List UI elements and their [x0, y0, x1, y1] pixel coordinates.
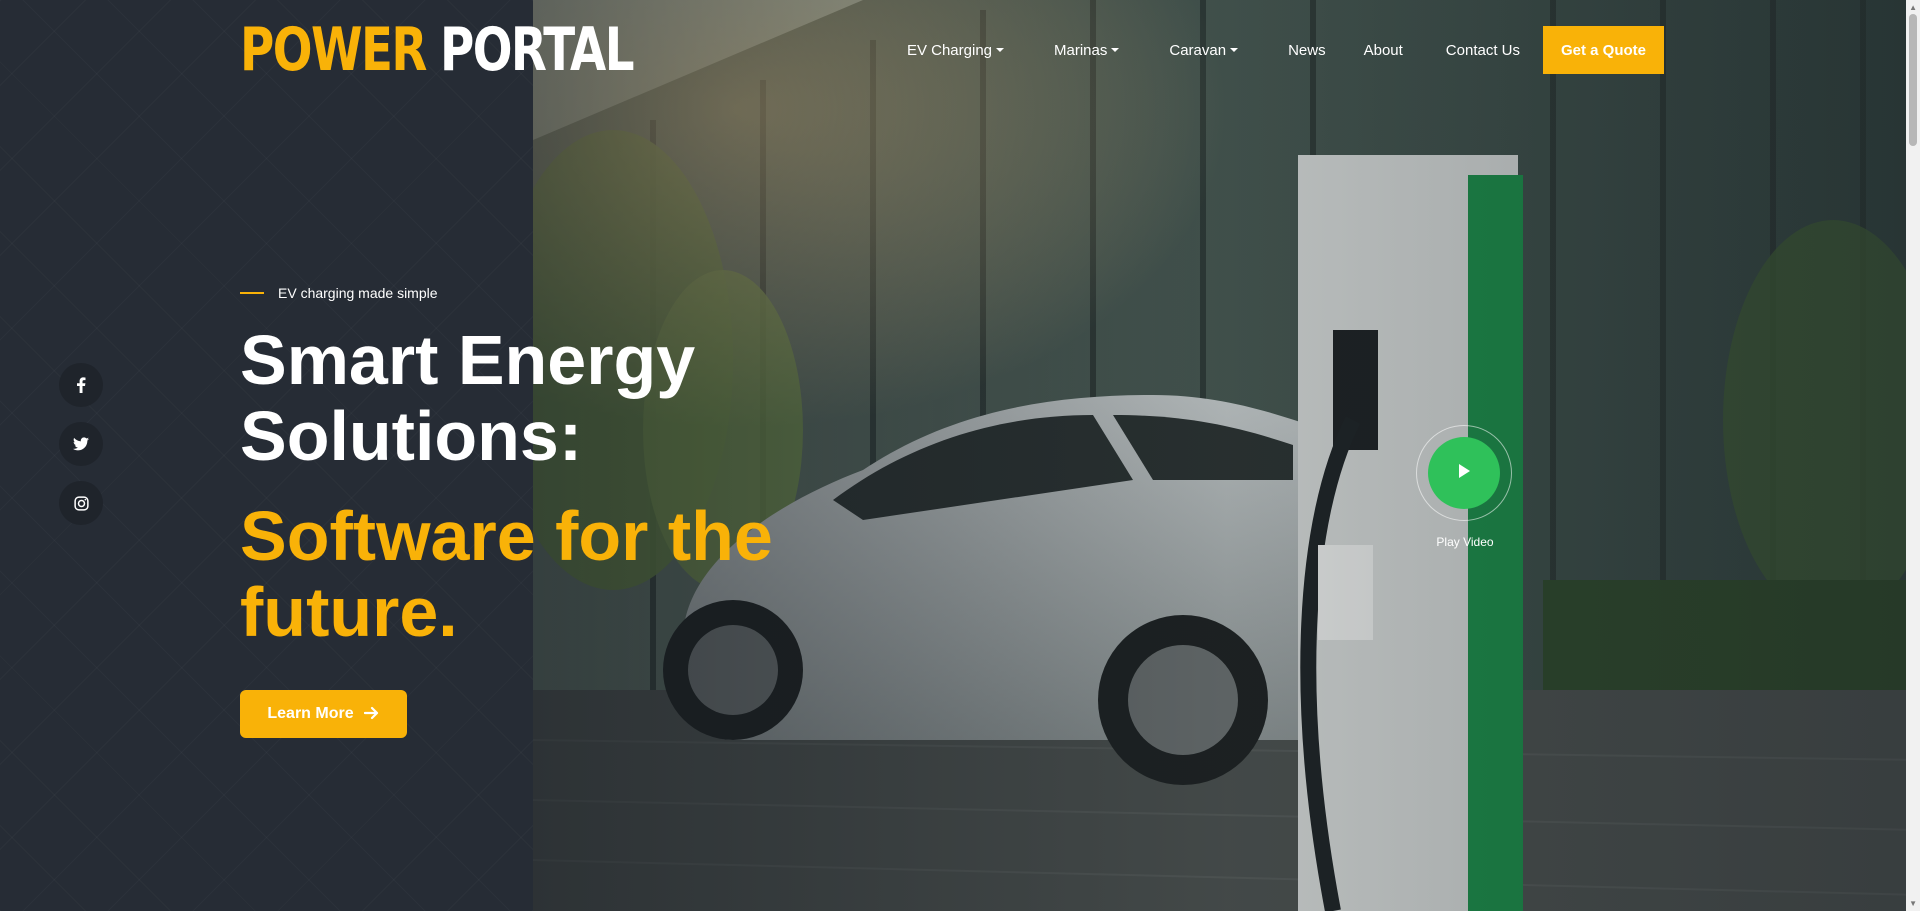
- nav-item-about[interactable]: About: [1364, 42, 1403, 59]
- twitter-link[interactable]: [59, 422, 103, 466]
- page-scrollbar[interactable]: ▲ ▼: [1906, 0, 1920, 911]
- nav-item-marinas[interactable]: Marinas: [1054, 41, 1120, 59]
- twitter-icon: [73, 437, 89, 451]
- nav-item-label: Marinas: [1054, 41, 1108, 59]
- caret-down-icon: [996, 48, 1005, 52]
- nav-item-label: EV Charging: [906, 41, 993, 59]
- hero-title-line-2: Solutions:: [240, 397, 583, 475]
- hero-eyebrow: EV charging made simple: [240, 285, 438, 301]
- get-a-quote-button[interactable]: Get a Quote: [1543, 26, 1664, 74]
- hero-subtitle: Software for the future.: [240, 498, 940, 650]
- scroll-thumb[interactable]: [1909, 14, 1917, 146]
- eyebrow-accent-line: [240, 292, 264, 294]
- nav-item-label: News: [1288, 41, 1326, 59]
- play-icon: [1457, 463, 1471, 484]
- nav-item-ev-charging[interactable]: EV Charging: [906, 41, 1005, 59]
- nav-item-label: About: [1363, 41, 1403, 59]
- play-video-control: [1416, 425, 1512, 521]
- logo-part-portal: PORTAL: [439, 15, 635, 85]
- nav-item-label: Caravan: [1169, 41, 1227, 59]
- main-nav: EV Charging Marinas Caravan News About C…: [857, 26, 1664, 74]
- instagram-link[interactable]: [59, 481, 103, 525]
- nav-item-label: Contact Us: [1445, 41, 1520, 59]
- instagram-icon: [73, 495, 89, 511]
- scroll-up-icon[interactable]: ▲: [1909, 3, 1917, 12]
- learn-more-button[interactable]: Learn More: [240, 690, 407, 738]
- eyebrow-text: EV charging made simple: [278, 285, 438, 301]
- learn-more-label: Learn More: [267, 705, 354, 722]
- caret-down-icon: [1230, 48, 1239, 52]
- play-video-button[interactable]: [1428, 437, 1500, 509]
- scroll-down-icon[interactable]: ▼: [1909, 899, 1917, 908]
- nav-item-contact-us[interactable]: Contact Us: [1446, 42, 1520, 59]
- nav-item-caravan[interactable]: Caravan: [1169, 41, 1239, 59]
- logo-part-power: POWER: [240, 15, 427, 85]
- hero-title: Smart Energy Solutions:: [240, 322, 940, 474]
- caret-down-icon: [1111, 48, 1120, 52]
- play-video-label[interactable]: Play Video: [1405, 535, 1525, 549]
- hero-subtitle-line-2: future.: [240, 573, 458, 651]
- facebook-link[interactable]: [59, 363, 103, 407]
- arrow-right-icon: [363, 704, 380, 725]
- site-logo[interactable]: POWER PORTAL: [240, 15, 635, 85]
- nav-item-news[interactable]: News: [1288, 42, 1326, 59]
- hero-title-line-1: Smart Energy: [240, 321, 696, 399]
- facebook-icon: [76, 377, 86, 393]
- hero-subtitle-line-1: Software for the: [240, 497, 773, 575]
